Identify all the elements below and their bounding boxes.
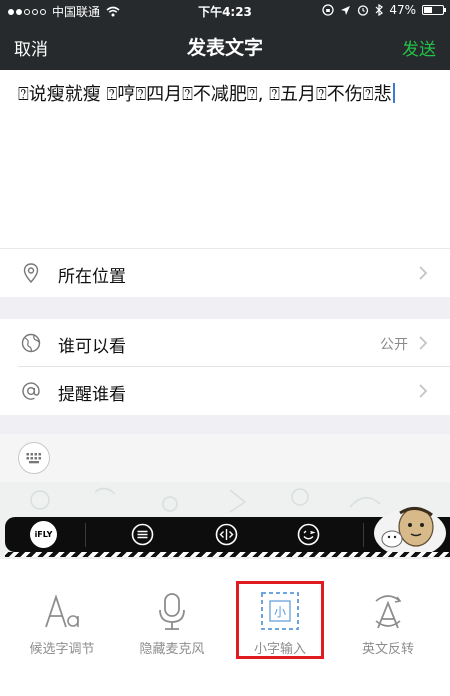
chevron-right-icon [419,336,428,350]
mascot-sticker-icon[interactable] [370,499,450,559]
globe-icon [21,333,41,353]
hide-microphone-label: 隐藏麦克风 [139,642,205,657]
post-text-content[interactable]: ⍰说瘦就瘦 ⍰哼⍰四月⍰不减肥⍰, ⍰五月⍰不伤⍰悲 [18,82,428,107]
microphone-icon [159,593,185,630]
emoji-icon[interactable] [295,521,322,548]
section-gap [0,297,450,319]
remind-row[interactable]: 提醒谁看 [0,367,450,415]
bluetooth-icon [375,4,384,16]
keyboard-icon[interactable] [18,442,50,474]
location-row[interactable]: 所在位置 [0,249,450,297]
section-gap [0,415,450,434]
selection-highlight-box [236,581,324,659]
english-reverse-icon [375,595,402,629]
keyboard-toolbar [0,434,450,482]
english-reverse-button[interactable]: 英文反转 [332,559,444,696]
toolbar-divider [363,523,364,547]
location-arrow-icon [341,5,351,15]
post-text: ⍰说瘦就瘦 ⍰哼⍰四月⍰不减肥⍰, ⍰五月⍰不伤⍰悲 [18,84,392,105]
rotation-lock-icon [322,4,334,16]
ifly-toolbar: iFLY [5,507,450,557]
english-reverse-label: 英文反转 [361,642,414,657]
hide-microphone-button[interactable]: 隐藏麦克风 [116,559,228,696]
toolbar-divider [85,523,86,547]
chevron-right-icon [419,266,428,280]
location-label: 所在位置 [58,267,126,287]
navigation-bar: 取消 发表文字 发送 [0,22,450,70]
send-button[interactable]: 发送 [402,35,436,60]
font-size-icon [45,594,79,628]
page-title: 发表文字 [186,37,263,59]
battery-percent: 47% [389,3,416,17]
hazard-stripe [5,552,450,557]
candidate-size-label: 候选字调节 [29,642,95,657]
post-text-area[interactable]: ⍰说瘦就瘦 ⍰哼⍰四月⍰不减肥⍰, ⍰五月⍰不伤⍰悲 [0,70,450,248]
cursor-move-icon[interactable] [213,521,240,548]
alarm-icon [358,5,369,16]
status-bar-right: 47% [322,3,446,17]
ifly-keyboard-panel: iFLY [0,482,450,559]
visibility-value: 公开 [380,337,408,353]
list-icon[interactable] [129,521,156,548]
input-options-toolbar: 候选字调节 隐藏麦克风 小 小字输入 英文反转 [0,559,450,696]
location-pin-icon [23,263,39,284]
battery-level-fill [424,7,432,13]
visibility-label: 谁可以看 [58,337,126,357]
visibility-row[interactable]: 谁可以看 公开 [0,319,450,367]
at-icon [22,382,40,400]
chevron-right-icon [419,384,428,398]
ifly-logo-button[interactable]: iFLY [30,521,57,548]
text-caret [392,83,395,103]
status-bar: 中国联通 下午4:23 47% [0,0,450,22]
remind-label: 提醒谁看 [58,385,126,405]
battery-icon [422,5,446,15]
candidate-size-button[interactable]: 候选字调节 [6,559,118,696]
